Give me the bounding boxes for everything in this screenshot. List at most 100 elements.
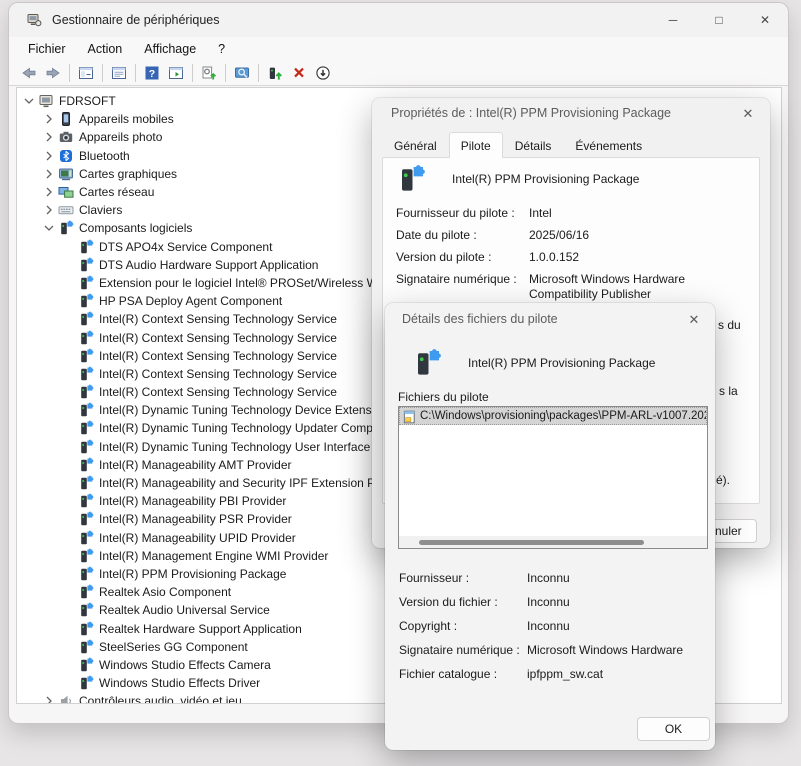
tree-item-label: Claviers: [79, 203, 122, 217]
clipped-text-fragment: s la: [719, 384, 738, 398]
driver-details-dialog: Détails des fichiers du pilote ✕ Intel(R…: [385, 303, 715, 750]
field-label: Fournisseur :: [399, 571, 527, 586]
menu-fichier[interactable]: Fichier: [17, 39, 77, 59]
chevron-spacer: [59, 310, 78, 328]
field-row: Version du pilote :1.0.0.152: [396, 250, 756, 265]
horizontal-scrollbar[interactable]: [399, 536, 707, 548]
computer-icon: [38, 93, 54, 109]
tree-item-label: Intel(R) Dynamic Tuning Technology User …: [99, 440, 388, 454]
tab-détails[interactable]: Détails: [503, 134, 564, 158]
clipped-text-fragment: é).: [716, 473, 730, 487]
menu-bar: FichierActionAffichage?: [9, 37, 788, 60]
field-value: Inconnu: [527, 619, 570, 634]
chevron-right-icon[interactable]: [39, 110, 58, 128]
software-component-icon: [78, 493, 94, 509]
title-bar[interactable]: Gestionnaire de périphériques ─ □ ✕: [9, 3, 788, 37]
field-label: Version du pilote :: [396, 250, 529, 265]
speaker-icon: [58, 693, 74, 704]
close-icon[interactable]: ✕: [742, 3, 788, 37]
chevron-right-icon[interactable]: [39, 183, 58, 201]
tree-item-label: Bluetooth: [79, 149, 130, 163]
scan-hardware-icon[interactable]: [197, 62, 221, 84]
field-value: 1.0.0.152: [529, 250, 579, 265]
console-tree-icon[interactable]: [74, 62, 98, 84]
software-component-icon: [78, 439, 94, 455]
menu-affichage[interactable]: Affichage: [133, 39, 207, 59]
tree-item-label: Intel(R) Manageability PBI Provider: [99, 494, 286, 508]
action-pane-icon[interactable]: [164, 62, 188, 84]
display-adapter-icon: [58, 166, 74, 182]
toolbar-separator: [258, 64, 259, 82]
driver-file-item[interactable]: C:\Windows\provisioning\packages\PPM-ARL…: [399, 407, 707, 425]
tree-item-label: Realtek Audio Universal Service: [99, 603, 270, 617]
software-component-icon: [78, 239, 94, 255]
software-component-icon: [78, 511, 94, 527]
tree-item-label: Intel(R) Context Sensing Technology Serv…: [99, 331, 337, 345]
chevron-right-icon[interactable]: [39, 147, 58, 165]
properties-dialog-title: Propriétés de : Intel(R) PPM Provisionin…: [391, 106, 671, 120]
driver-fields: Fournisseur du pilote :IntelDate du pilo…: [396, 206, 756, 309]
field-row: Fichier catalogue :ipfppm_sw.cat: [399, 667, 699, 682]
tree-item-label: DTS APO4x Service Component: [99, 240, 272, 254]
tab-général[interactable]: Général: [382, 134, 449, 158]
scrollbar-thumb[interactable]: [419, 540, 644, 545]
software-component-icon: [78, 639, 94, 655]
chevron-spacer: [59, 274, 78, 292]
software-component-icon: [78, 311, 94, 327]
software-component-icon: [78, 257, 94, 273]
tree-item-label: Intel(R) Context Sensing Technology Serv…: [99, 385, 337, 399]
tree-item-label: Realtek Hardware Support Application: [99, 622, 302, 636]
chevron-spacer: [59, 383, 78, 401]
field-row: Signataire numérique :Microsoft Windows …: [396, 272, 756, 302]
clipped-text-fragment: s du: [718, 318, 741, 332]
device-header: Intel(R) PPM Provisioning Package: [396, 164, 639, 194]
tab-événements[interactable]: Événements: [563, 134, 654, 158]
tree-item-label: Composants logiciels: [79, 221, 192, 235]
device-manager-icon: [26, 12, 42, 28]
ok-button[interactable]: OK: [637, 717, 710, 741]
toolbar-separator: [69, 64, 70, 82]
driver-files-list[interactable]: C:\Windows\provisioning\packages\PPM-ARL…: [398, 406, 708, 549]
disable-icon[interactable]: [311, 62, 335, 84]
software-component-icon: [78, 475, 94, 491]
properties-tabs: GénéralPiloteDétailsÉvénements: [382, 134, 654, 158]
chevron-spacer: [59, 601, 78, 619]
search-computer-icon[interactable]: [230, 62, 254, 84]
caption-buttons: ─ □ ✕: [650, 3, 788, 37]
chevron-down-icon[interactable]: [39, 219, 58, 237]
chevron-spacer: [59, 347, 78, 365]
file-icon: [402, 409, 417, 424]
back-icon[interactable]: [17, 62, 41, 84]
chevron-down-icon[interactable]: [19, 92, 38, 110]
software-component-icon: [78, 330, 94, 346]
field-value: ipfppm_sw.cat: [527, 667, 603, 682]
svg-text:?: ?: [149, 68, 155, 80]
bluetooth-icon: [58, 148, 74, 164]
tree-item-label: Intel(R) Context Sensing Technology Serv…: [99, 349, 337, 363]
chevron-right-icon[interactable]: [39, 128, 58, 146]
minimize-icon[interactable]: ─: [650, 3, 696, 37]
menu-action[interactable]: Action: [77, 39, 134, 59]
chevron-spacer: [59, 256, 78, 274]
field-label: Fichier catalogue :: [399, 667, 527, 682]
forward-icon[interactable]: [41, 62, 65, 84]
properties-icon[interactable]: [107, 62, 131, 84]
uninstall-icon[interactable]: [287, 62, 311, 84]
menu-?[interactable]: ?: [207, 39, 236, 59]
close-icon[interactable]: ✕: [739, 105, 757, 123]
tab-pilote[interactable]: Pilote: [449, 132, 503, 158]
help-icon[interactable]: ?: [140, 62, 164, 84]
tree-item-label: Intel(R) Dynamic Tuning Technology Devic…: [99, 403, 388, 417]
chevron-right-icon[interactable]: [39, 201, 58, 219]
tree-item-label: Intel(R) Dynamic Tuning Technology Updat…: [99, 421, 380, 435]
field-label: Version du fichier :: [399, 595, 527, 610]
chevron-spacer: [59, 638, 78, 656]
chevron-right-icon[interactable]: [39, 692, 58, 704]
update-driver-icon[interactable]: [263, 62, 287, 84]
tree-item-label: Appareils photo: [79, 130, 162, 144]
close-icon[interactable]: ✕: [685, 311, 703, 329]
maximize-icon[interactable]: □: [696, 3, 742, 37]
chevron-right-icon[interactable]: [39, 165, 58, 183]
toolbar-separator: [102, 64, 103, 82]
software-component-icon: [78, 675, 94, 691]
